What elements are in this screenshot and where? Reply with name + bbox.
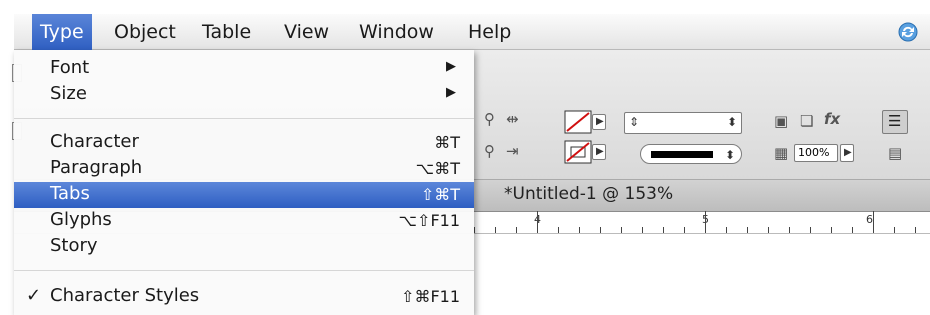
- shortcut: ⇧⌘F11: [401, 287, 460, 306]
- menu-item-character[interactable]: Character ⌘T: [14, 130, 474, 156]
- ruler-tick: [684, 227, 685, 233]
- ruler-tick: [642, 227, 643, 233]
- ruler-tick: [852, 227, 853, 233]
- ruler-tick: [747, 227, 748, 233]
- drop-shadow-icon[interactable]: ❏: [800, 112, 813, 130]
- ruler-tick: [621, 227, 622, 233]
- stroke-weight-field[interactable]: ⇕ ⬍: [624, 112, 742, 134]
- effects-icon[interactable]: fx: [824, 110, 840, 128]
- menu-separator: [14, 118, 474, 119]
- distribute-lower-icon[interactable]: ⇥: [506, 142, 519, 160]
- align-icon[interactable]: ⚲: [484, 110, 495, 128]
- ruler-tick: [495, 227, 496, 233]
- ruler-tick: [537, 211, 538, 233]
- ruler-tick: [810, 227, 811, 233]
- menu-type[interactable]: Type: [32, 14, 92, 50]
- align-lower-icon[interactable]: ⚲: [484, 142, 495, 160]
- ruler-tick: [831, 227, 832, 233]
- menu-help[interactable]: Help: [460, 14, 519, 50]
- ruler-tick: [516, 227, 517, 233]
- distribute-icon[interactable]: ⇹: [506, 110, 519, 128]
- opacity-dropdown[interactable]: ▶: [840, 144, 854, 162]
- ruler-tick: [705, 211, 706, 233]
- opacity-field[interactable]: 100%: [794, 144, 838, 162]
- sync-icon[interactable]: [896, 20, 920, 44]
- ruler-tick: [915, 227, 916, 233]
- stroke-none-icon[interactable]: [564, 140, 592, 164]
- menu-item-glyphs[interactable]: Glyphs ⌥⇧F11: [14, 208, 474, 234]
- shortcut: ⇧⌘T: [420, 185, 460, 204]
- menu-table[interactable]: Table: [194, 14, 259, 50]
- ruler-tick: [873, 211, 874, 233]
- shortcut: ⌥⇧F11: [398, 211, 460, 230]
- ruler-tick: [600, 227, 601, 233]
- menu-bar: Type Object Table View Window Help: [14, 14, 930, 50]
- window-edge: [0, 0, 10, 315]
- menu-item-font[interactable]: Font ▶: [14, 56, 474, 82]
- ruler-tick: [768, 227, 769, 233]
- document-tab[interactable]: *Untitled-1 @ 153%: [504, 184, 673, 204]
- menu-item-character-styles[interactable]: ✓ Character Styles ⇧⌘F11: [14, 284, 474, 310]
- stroke-type-select[interactable]: ⬍: [640, 144, 742, 164]
- menu-item-size[interactable]: Size ▶: [14, 82, 474, 108]
- ruler-tick: [579, 227, 580, 233]
- shortcut: ⌘T: [434, 133, 460, 152]
- menu-item-tabs[interactable]: Tabs ⇧⌘T: [14, 182, 474, 208]
- submenu-arrow-icon: ▶: [446, 59, 456, 74]
- menu-item-paragraph[interactable]: Paragraph ⌥⌘T: [14, 156, 474, 182]
- checkmark-icon: ✓: [26, 285, 42, 306]
- menu-view[interactable]: View: [276, 14, 337, 50]
- ruler-tick: [789, 227, 790, 233]
- menu-object[interactable]: Object: [106, 14, 184, 50]
- ruler-tick: [894, 227, 895, 233]
- app-window: Type Object Table View Window Help ⚲ ⇹ ⚲…: [0, 0, 930, 315]
- fill-dropdown[interactable]: ▶: [592, 114, 606, 130]
- ruler-tick: [558, 227, 559, 233]
- frame-fit-icon[interactable]: ▣: [774, 112, 788, 130]
- ruler-tick: [726, 227, 727, 233]
- fill-none-icon[interactable]: [564, 110, 592, 134]
- ruler-tick: [663, 227, 664, 233]
- stroke-dropdown[interactable]: ▶: [592, 144, 606, 160]
- menu-item-story[interactable]: Story: [14, 234, 474, 260]
- menu-window[interactable]: Window: [351, 14, 442, 50]
- shortcut: ⌥⌘T: [415, 159, 460, 178]
- submenu-arrow-icon: ▶: [446, 85, 456, 100]
- menu-separator: [14, 270, 474, 271]
- panel-menu-icon[interactable]: ▤: [888, 144, 902, 162]
- text-wrap-button[interactable]: ☰: [882, 110, 908, 134]
- ruler-number: 6: [866, 213, 873, 226]
- opacity-icon: ▦: [774, 144, 789, 162]
- ruler-tick: [474, 227, 475, 233]
- toolbar-controls: ⚲ ⇹ ⚲ ⇥ ▶ ▶ ⇕ ⬍ ⬍ ▣ ❏ fx ▦ 100% ▶ ☰ ▤: [476, 108, 930, 180]
- type-menu: Font ▶ Size ▶ Character ⌘T Paragraph ⌥⌘T…: [14, 50, 474, 315]
